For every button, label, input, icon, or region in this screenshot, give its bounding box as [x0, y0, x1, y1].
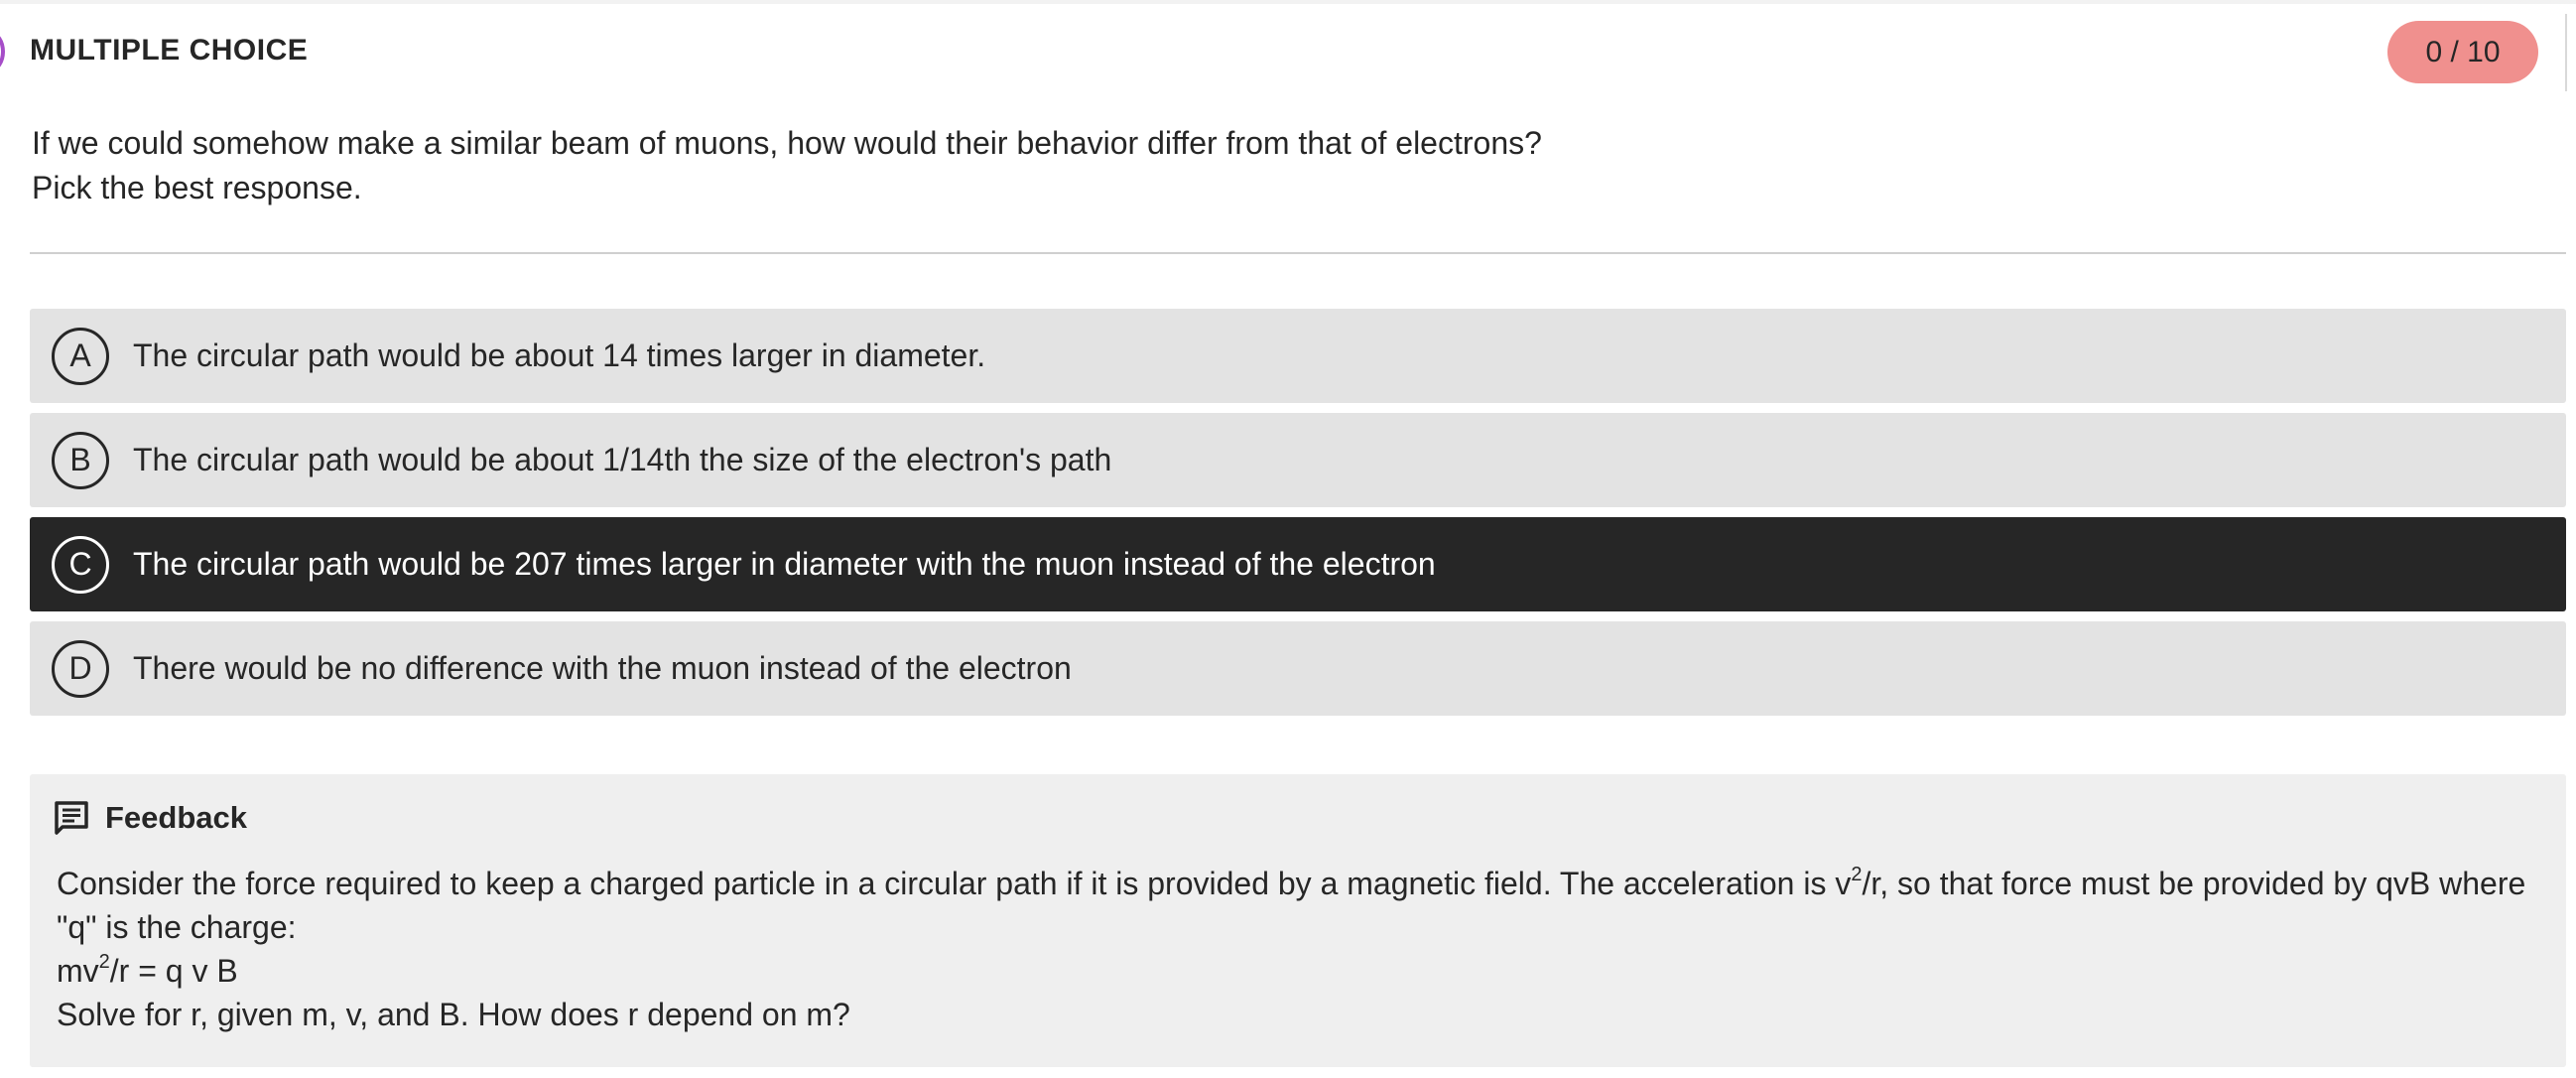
feedback-hint: Solve for r, given m, v, and B. How does…	[57, 997, 850, 1032]
feedback-panel: Feedback Consider the force required to …	[30, 774, 2566, 1067]
feedback-equation: mv2/r = q v B	[57, 951, 238, 989]
choice-list: A The circular path would be about 14 ti…	[30, 309, 2566, 726]
question-type-label: MULTIPLE CHOICE	[30, 34, 309, 67]
question-text: If we could somehow make a similar beam …	[32, 121, 2512, 210]
question-line: If we could somehow make a similar beam …	[32, 125, 1542, 161]
choice-letter-b: B	[52, 431, 109, 489]
choice-text-a: The circular path would be about 14 time…	[133, 337, 986, 373]
choice-d[interactable]: D There would be no difference with the …	[30, 621, 2566, 716]
right-rule	[2565, 14, 2567, 91]
choice-a[interactable]: A The circular path would be about 14 ti…	[30, 309, 2566, 403]
top-edge	[0, 0, 2576, 4]
question-type-marker	[0, 32, 5, 71]
feedback-icon	[54, 800, 89, 836]
choice-text-b: The circular path would be about 1/14th …	[133, 442, 1112, 477]
score-badge: 0 / 10	[2387, 21, 2538, 83]
choice-text-d: There would be no difference with the mu…	[133, 650, 1072, 686]
feedback-title: Feedback	[105, 800, 248, 835]
choice-text-c: The circular path would be 207 times lar…	[133, 546, 1436, 582]
choice-b[interactable]: B The circular path would be about 1/14t…	[30, 413, 2566, 507]
choice-letter-d: D	[52, 639, 109, 698]
feedback-body: Consider the force required to keep a ch…	[57, 862, 2547, 1036]
question-instruction: Pick the best response.	[32, 170, 362, 205]
feedback-paragraph: Consider the force required to keep a ch…	[57, 864, 2526, 945]
choice-c[interactable]: C The circular path would be 207 times l…	[30, 517, 2566, 611]
feedback-header: Feedback	[54, 800, 247, 836]
divider	[30, 252, 2566, 254]
choice-letter-a: A	[52, 327, 109, 385]
choice-letter-c: C	[52, 535, 109, 594]
